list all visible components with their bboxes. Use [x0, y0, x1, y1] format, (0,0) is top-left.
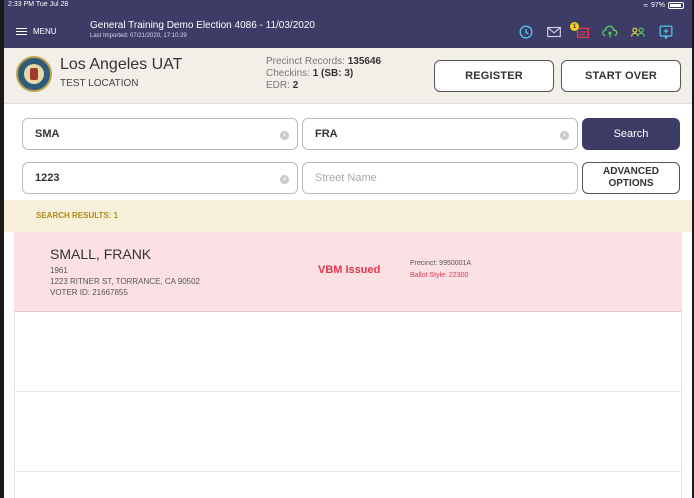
- list-item[interactable]: SMALL, FRANK 1961 1223 RITNER ST, TORRAN…: [14, 232, 682, 312]
- advanced-options-button[interactable]: ADVANCED OPTIONS: [582, 162, 680, 194]
- menu-button[interactable]: MENU: [16, 27, 57, 36]
- search-results-count: SEARCH RESULTS: 1: [36, 211, 119, 220]
- voter-precinct: Precinct: 9950001A: [410, 260, 472, 267]
- election-title: General Training Demo Election 4086 - 11…: [90, 20, 315, 40]
- street-name-input[interactable]: Street Name: [302, 162, 578, 194]
- voter-birth-year: 1961: [50, 266, 68, 275]
- empty-list-row: [14, 312, 682, 392]
- voter-name: SMALL, FRANK: [50, 246, 152, 262]
- empty-list-row: [14, 392, 682, 472]
- edr: EDR: 2: [266, 80, 299, 91]
- voter-ballot-style: Ballot Style: 22300: [410, 272, 469, 279]
- chat-button[interactable]: [656, 22, 676, 42]
- last-name-input[interactable]: SMA ✕: [22, 118, 298, 150]
- election-name: General Training Demo Election 4086 - 11…: [90, 20, 315, 31]
- clear-icon[interactable]: ✕: [560, 131, 569, 140]
- list-border: [681, 312, 682, 498]
- house-number-input[interactable]: 1223 ✕: [22, 162, 298, 194]
- status-time: 2:33 PM Tue Jul 28: [8, 1, 69, 8]
- start-over-button[interactable]: START OVER: [561, 60, 681, 92]
- notification-badge: 1: [570, 22, 579, 31]
- mail-icon: [547, 26, 561, 38]
- voter-id: VOTER ID: 21667855: [50, 288, 128, 297]
- chat-icon: [659, 25, 673, 40]
- hamburger-icon: [16, 27, 27, 36]
- wifi-icon: ≈: [643, 1, 648, 10]
- location-header: Los Angeles UAT TEST LOCATION Precinct R…: [4, 48, 692, 104]
- county-seal-logo: [16, 56, 52, 92]
- history-icon: [519, 25, 533, 39]
- users-icon: [631, 27, 645, 37]
- checkins: Checkins: 1 (SB: 3): [266, 68, 354, 79]
- battery-percent: 97%: [650, 2, 665, 9]
- sync-button[interactable]: [600, 22, 620, 42]
- menu-label: MENU: [33, 27, 57, 36]
- status-badge: VBM Issued: [318, 264, 381, 276]
- search-results-header: SEARCH RESULTS: 1: [4, 200, 692, 232]
- cloud-upload-icon: [602, 25, 618, 38]
- location-name: TEST LOCATION: [60, 78, 139, 89]
- stats-block: Precinct Records: 135646 Checkins: 1 (SB…: [266, 56, 381, 92]
- alerts-button[interactable]: 1: [570, 22, 592, 42]
- app-screen: 2:33 PM Tue Jul 28 ≈ 97% MENU General Tr…: [4, 0, 692, 498]
- toolbar-icons: 1: [516, 22, 676, 42]
- list-border: [14, 312, 15, 498]
- battery-icon: [668, 2, 684, 9]
- county-name: Los Angeles UAT: [60, 56, 183, 73]
- register-button[interactable]: REGISTER: [434, 60, 554, 92]
- voter-address: 1223 RITNER ST, TORRANCE, CA 90502: [50, 277, 200, 286]
- history-button[interactable]: [516, 22, 536, 42]
- first-name-input[interactable]: FRA ✕: [302, 118, 578, 150]
- last-imported: Last Imported: 07/21/2020, 17:10:29: [90, 33, 187, 39]
- clear-icon[interactable]: ✕: [280, 131, 289, 140]
- clear-icon[interactable]: ✕: [280, 175, 289, 184]
- top-bar: 2:33 PM Tue Jul 28 ≈ 97% MENU General Tr…: [4, 0, 692, 48]
- search-button[interactable]: Search: [582, 118, 680, 150]
- status-right: ≈ 97%: [644, 1, 684, 10]
- precinct-records: Precinct Records: 135646: [266, 56, 382, 67]
- users-button[interactable]: [628, 22, 648, 42]
- mail-button[interactable]: [544, 22, 564, 42]
